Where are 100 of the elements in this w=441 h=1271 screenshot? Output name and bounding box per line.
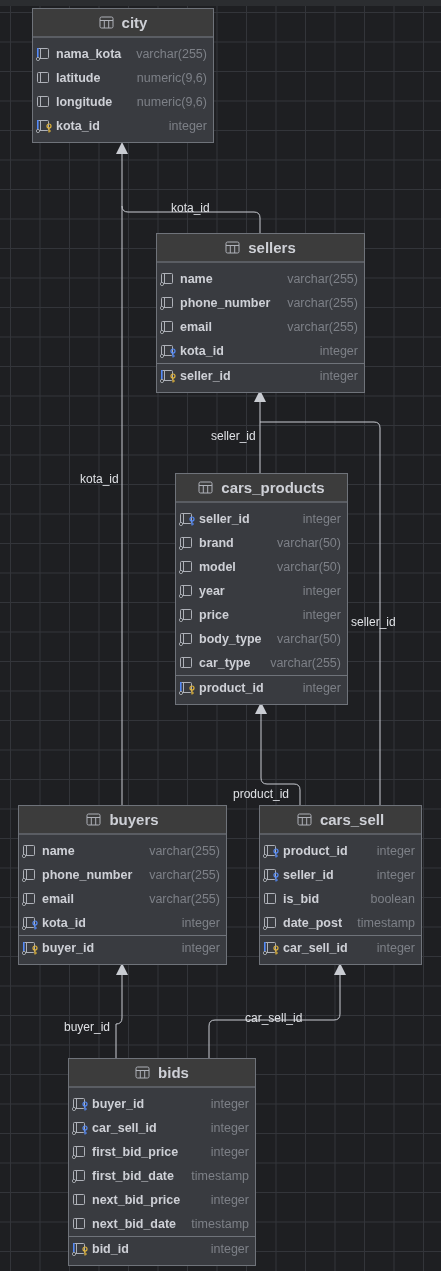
primary-key-column-icon [36,119,53,133]
table-card[interactable]: bids buyer_id integer car_sell_id integer first_bid_price integer first_bid_date timestamp next_bid_price integer next_bid_date timestamp bid_id integer [68,1058,256,1266]
column-type: varchar(50) [276,632,341,646]
table-card[interactable]: sellers name varchar(255) phone_number varchar(255) email varchar(255) kota_id integer seller_id integer [156,233,365,393]
column-name: next_bid_price [92,1193,181,1207]
table-name: sellers [248,239,296,256]
column-name: year [199,584,225,598]
column-name: kota_id [56,119,100,133]
connector-label: buyer_id [64,1019,111,1035]
column-type: integer [301,608,341,622]
table-icon [86,813,102,826]
column-type: integer [375,941,415,955]
column-type: timestamp [190,1217,249,1231]
column-name: seller_id [180,369,231,383]
column-name: seller_id [199,512,250,526]
column-type: numeric(9,6) [135,71,207,85]
foreign-key-column-icon [263,868,280,882]
column-type: integer [180,916,220,930]
column-type: timestamp [356,916,415,930]
foreign-key-column-icon [72,1121,89,1135]
table-icon [98,16,114,29]
column-type: varchar(255) [286,272,358,286]
table-name: buyers [109,811,159,828]
column-name: product_id [283,844,348,858]
table-card[interactable]: cars_sell product_id integer seller_id integer is_bid boolean date_post timestamp car_sell_id integer [259,805,422,965]
table-icon [225,241,241,254]
primary-key-column-icon [72,1242,89,1256]
column-name: kota_id [42,916,86,930]
foreign-key-column-icon [22,916,39,930]
connector-label: kota_id [80,471,119,487]
column-type: integer [301,584,341,598]
connector-label: kota_id [171,200,210,216]
column-type: integer [301,512,341,526]
table-name: city [121,14,148,31]
column-name: car_sell_id [92,1121,157,1135]
column-type: integer [209,1145,249,1159]
column-type: integer [209,1121,249,1135]
column-name: phone_number [42,868,133,882]
column-name: body_type [199,632,262,646]
column-name: email [42,892,74,906]
connector-label: seller_id [211,428,256,444]
connector-label: seller_id [351,614,396,630]
column-name: first_bid_date [92,1169,174,1183]
connector-label: car_sell_id [245,1010,303,1026]
primary-key-column-icon [160,369,177,383]
table-card[interactable]: buyers name varchar(255) phone_number varchar(255) email varchar(255) kota_id integer buyer_id integer [18,805,227,965]
table-name: cars_products [221,479,325,496]
column-name: date_post [283,916,343,930]
table-card[interactable]: cars_products seller_id integer brand varchar(50) model varchar(50) year integer price integer body_type varchar(50) car_type varchar(255) product_id integer [175,473,348,705]
column-type: varchar(255) [135,47,207,61]
column-type: timestamp [190,1169,249,1183]
column-type: integer [301,681,341,695]
foreign-key-column-icon [263,844,280,858]
connector-label: product_id [233,786,290,802]
table-card[interactable]: city nama_kota varchar(255) latitude numeric(9,6) longitude numeric(9,6) kota_id integer [32,8,214,143]
column-type: boolean [369,892,415,906]
column-name: next_bid_date [92,1217,177,1231]
column-type: varchar(255) [148,868,220,882]
primary-key-column-icon [179,681,196,695]
column-name: latitude [56,71,101,85]
column-type: integer [375,868,415,882]
column-name: bid_id [92,1242,129,1256]
column-type: integer [318,369,358,383]
column-type: integer [209,1097,249,1111]
column-name: name [180,272,213,286]
column-name: buyer_id [92,1097,145,1111]
column-name: price [199,608,229,622]
column-name: phone_number [180,296,271,310]
column-type: varchar(255) [148,844,220,858]
column-name: buyer_id [42,941,95,955]
column-name: email [180,320,212,334]
column-type: numeric(9,6) [135,95,207,109]
table-icon [135,1066,151,1079]
column-type: integer [375,844,415,858]
column-type: integer [318,344,358,358]
table-name: bids [158,1064,189,1081]
column-name: product_id [199,681,264,695]
primary-key-column-icon [22,941,39,955]
column-type: varchar(255) [286,320,358,334]
column-name: is_bid [283,892,320,906]
column-type: varchar(255) [148,892,220,906]
column-name: model [199,560,236,574]
table-icon [296,813,312,826]
column-type: varchar(50) [276,560,341,574]
column-name: nama_kota [56,47,122,61]
column-name: name [42,844,75,858]
column-type: integer [209,1242,249,1256]
column-type: varchar(255) [269,656,341,670]
column-name: seller_id [283,868,334,882]
column-name: kota_id [180,344,224,358]
column-name: brand [199,536,234,550]
foreign-key-column-icon [72,1097,89,1111]
column-type: integer [209,1193,249,1207]
column-type: varchar(255) [286,296,358,310]
foreign-key-column-icon [179,512,196,526]
table-name: cars_sell [319,811,385,828]
column-name: car_sell_id [283,941,348,955]
column-name: car_type [199,656,251,670]
foreign-key-column-icon [160,344,177,358]
column-type: integer [167,119,207,133]
